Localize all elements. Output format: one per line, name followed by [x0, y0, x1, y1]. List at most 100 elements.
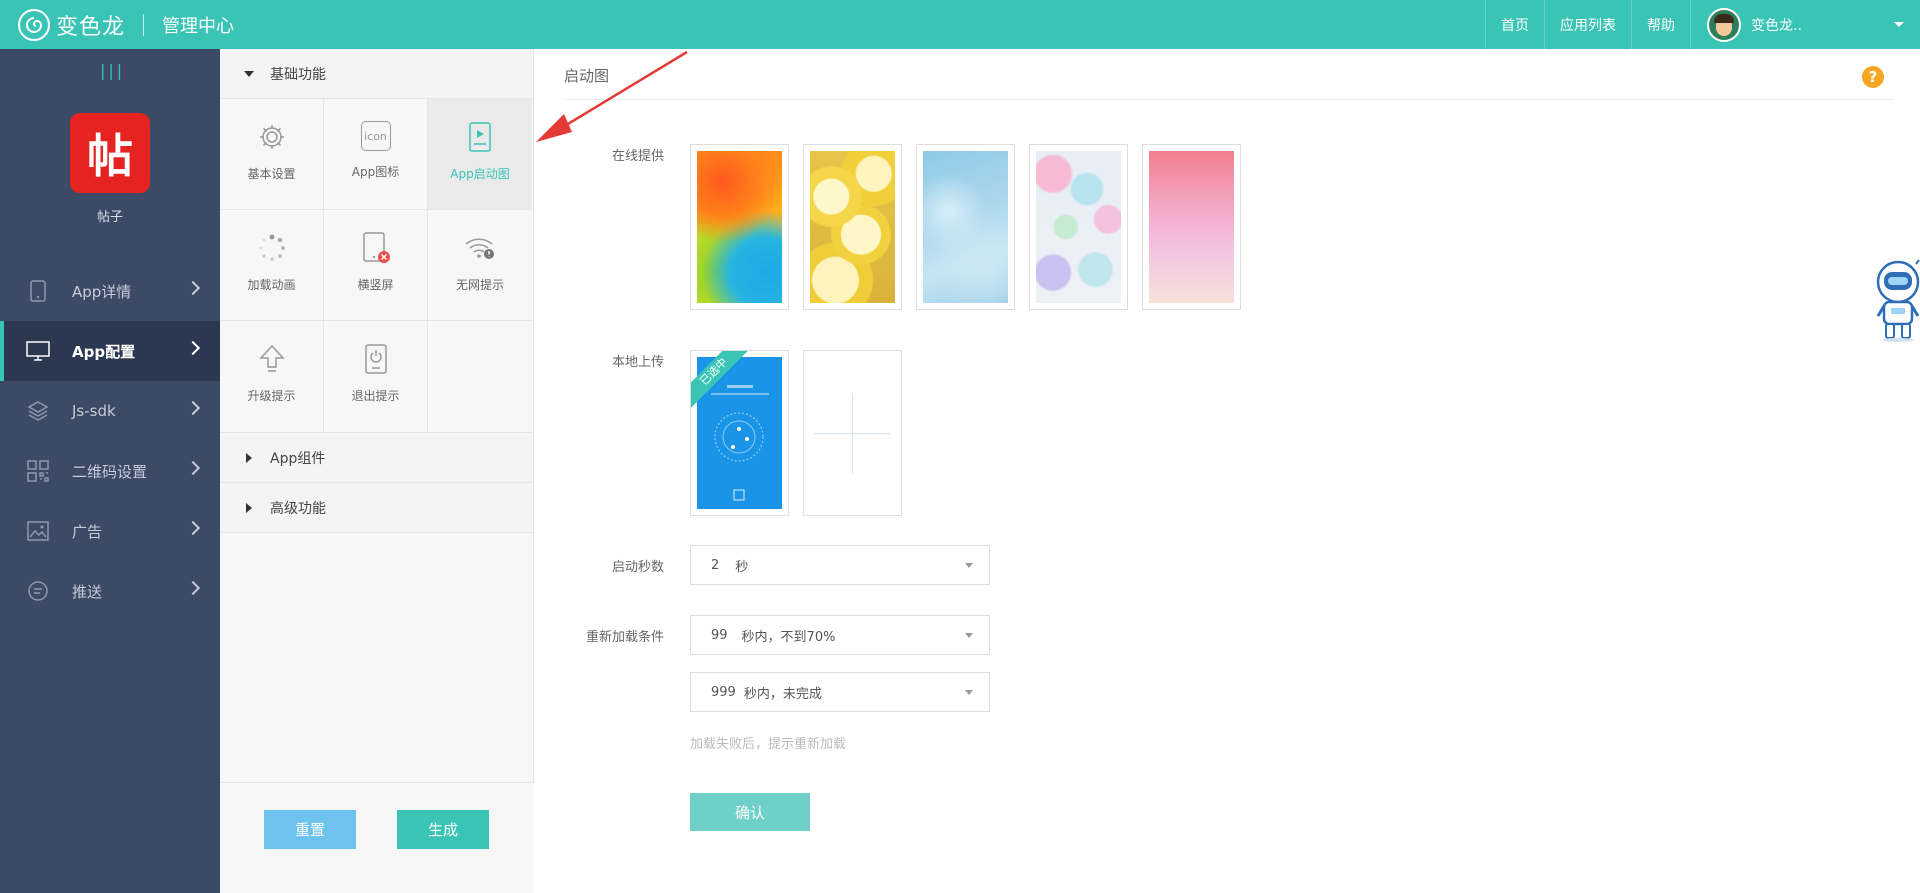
sidebar-item-label: App配置: [72, 342, 136, 361]
chevron-right-icon: [185, 400, 201, 416]
qrcode-icon: [26, 460, 50, 482]
confirm-button[interactable]: 确认: [690, 793, 810, 831]
chat-icon: [26, 580, 50, 602]
sidebar-item-ads[interactable]: 广告: [0, 501, 220, 561]
tile-label: App图标: [351, 165, 400, 179]
wifi-off-icon: [464, 232, 496, 264]
robot-assistant-icon[interactable]: [1874, 258, 1920, 342]
group-basic-functions[interactable]: 基础功能: [220, 49, 533, 99]
brand-divider: [143, 13, 145, 36]
sidebar-item-label: 二维码设置: [72, 462, 148, 481]
upgrade-icon: [256, 343, 288, 375]
layers-icon: [26, 400, 50, 422]
image-icon: [26, 520, 50, 542]
tile-label: 横竖屏: [357, 278, 394, 292]
tile-basic-settings[interactable]: 基本设置: [220, 99, 324, 210]
monitor-icon: [26, 340, 50, 362]
tile-no-network[interactable]: 无网提示: [428, 210, 532, 321]
tile-app-launch-screen[interactable]: App启动图: [428, 99, 532, 210]
sidebar-item-js-sdk[interactable]: Js-sdk: [0, 381, 220, 441]
launch-screen-icon: [464, 121, 496, 153]
online-image-5[interactable]: [1142, 144, 1241, 310]
group-title: 基础功能: [270, 66, 326, 83]
feature-panel: 基础功能 基本设置 icon App图标 App启动图 加载动画 横竖屏 无网提…: [220, 49, 534, 893]
tile-label: 加载动画: [247, 278, 296, 292]
chevron-right-icon: [185, 520, 201, 536]
tile-label: App启动图: [450, 167, 510, 181]
group-title: App组件: [270, 450, 326, 467]
tile-empty: [428, 321, 532, 432]
group-title: 高级功能: [270, 500, 326, 517]
app-logo-char: 帖: [87, 129, 133, 183]
group-advanced-functions[interactable]: 高级功能: [220, 483, 533, 533]
tile-orientation[interactable]: 横竖屏: [324, 210, 428, 321]
exit-icon: [360, 343, 392, 375]
reload-hint: 加载失败后，提示重新加载: [690, 737, 847, 752]
app-icon-icon: icon: [360, 121, 391, 151]
nav-home[interactable]: 首页: [1485, 0, 1544, 49]
online-image-3[interactable]: [916, 144, 1015, 310]
sidebar-item-label: 推送: [72, 582, 103, 601]
dropdown-arrow-icon: [965, 633, 973, 638]
reload-label: 重新加载条件: [585, 630, 664, 645]
app-logo: 帖: [70, 113, 150, 193]
chevron-right-icon: [185, 280, 201, 296]
local-image-selected[interactable]: 已选中: [690, 350, 789, 516]
help-icon[interactable]: ?: [1862, 66, 1884, 88]
nav-help[interactable]: 帮助: [1631, 0, 1690, 49]
chameleon-logo-icon: [18, 8, 50, 41]
chevron-right-icon: [185, 460, 201, 476]
duration-value: 2: [711, 557, 720, 573]
reset-button[interactable]: 重置: [264, 810, 356, 849]
reload-condition-select-2[interactable]: 999 秒内，未完成: [690, 672, 990, 712]
loading-icon: [256, 232, 288, 264]
avatar: [1707, 7, 1741, 42]
tile-label: 退出提示: [351, 389, 400, 403]
tile-label: 升级提示: [247, 389, 296, 403]
duration-label: 启动秒数: [611, 560, 664, 575]
duration-select[interactable]: 2 秒: [690, 545, 990, 585]
main-content: 启动图 ? 在线提供 本地上传 已选中 启动秒数 2 秒 重新加载条件 99 秒…: [534, 49, 1920, 893]
tile-exit-prompt[interactable]: 退出提示: [324, 321, 428, 432]
tile-app-icon[interactable]: icon App图标: [324, 99, 428, 210]
brand[interactable]: 变色龙 管理中心: [18, 0, 234, 49]
sidebar-item-app-details[interactable]: App详情: [0, 261, 220, 321]
brand-subtitle: 管理中心: [162, 15, 235, 37]
feature-grid: 基本设置 icon App图标 App启动图 加载动画 横竖屏 无网提示 升级提…: [220, 99, 533, 433]
local-label: 本地上传: [611, 355, 664, 370]
online-image-2[interactable]: [803, 144, 902, 310]
app-name: 帖子: [96, 210, 123, 225]
sidebar-item-label: Js-sdk: [72, 402, 116, 420]
user-menu[interactable]: 变色龙..: [1690, 0, 1920, 49]
sidebar-item-qrcode[interactable]: 二维码设置: [0, 441, 220, 501]
gear-icon: [256, 121, 288, 153]
sidebar-item-push[interactable]: 推送: [0, 561, 220, 621]
group-app-components[interactable]: App组件: [220, 433, 533, 483]
nav-app-list[interactable]: 应用列表: [1544, 0, 1631, 49]
title-divider: [564, 99, 1894, 100]
online-image-1[interactable]: [690, 144, 789, 310]
panel-footer: 重置 生成: [220, 782, 534, 893]
duration-unit: 秒: [735, 559, 749, 575]
tile-loading-animation[interactable]: 加载动画: [220, 210, 324, 321]
dropdown-arrow-icon: [965, 563, 973, 568]
phone-icon: [26, 280, 50, 302]
sidebar-item-label: App详情: [72, 282, 132, 301]
selected-badge: 已选中: [691, 351, 751, 411]
reload-condition-select-1[interactable]: 99 秒内，不到70%: [690, 615, 990, 655]
tile-label: 无网提示: [455, 278, 504, 292]
chevron-right-icon: [185, 340, 201, 356]
online-image-4[interactable]: [1029, 144, 1128, 310]
caret-right-icon: [246, 452, 252, 463]
tile-upgrade-prompt[interactable]: 升级提示: [220, 321, 324, 432]
sidebar: ||| 帖 帖子 App详情 App配置 Js-sdk 二维码设置 广告 推送: [0, 49, 220, 893]
annotation-arrow-icon: [536, 50, 688, 142]
sidebar-item-app-config[interactable]: App配置: [0, 321, 220, 381]
sidebar-item-label: 广告: [72, 522, 103, 541]
collapse-menu-icon[interactable]: |||: [100, 61, 125, 80]
chevron-down-icon: [1894, 22, 1904, 27]
upload-add-button[interactable]: [803, 350, 902, 516]
reload1-value: 99: [711, 627, 728, 643]
reload2-unit: 秒内，未完成: [743, 686, 822, 702]
generate-button[interactable]: 生成: [397, 810, 489, 849]
